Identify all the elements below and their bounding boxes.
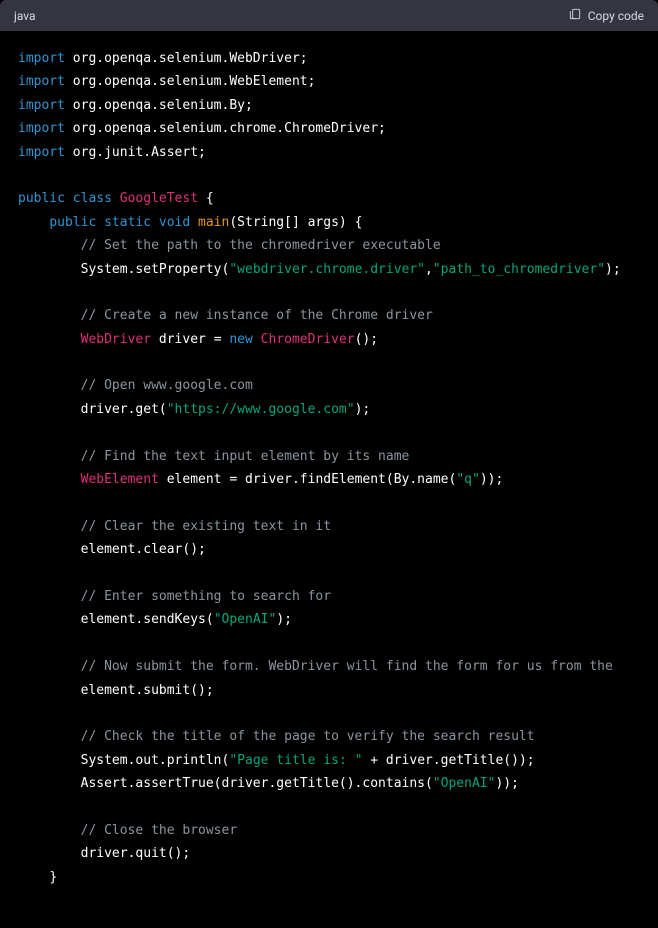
language-label: java xyxy=(14,9,36,23)
comment: // Create a new instance of the Chrome d… xyxy=(81,308,433,323)
clipboard-icon xyxy=(568,7,582,24)
comment: // Open www.google.com xyxy=(81,378,253,393)
class-name: GoogleTest xyxy=(120,191,198,206)
code-header: java Copy code xyxy=(0,0,658,31)
copy-code-label: Copy code xyxy=(588,9,644,23)
comment: // Now submit the form. WebDriver will f… xyxy=(81,659,613,674)
comment: // Find the text input element by its na… xyxy=(81,449,410,464)
comment: // Check the title of the page to verify… xyxy=(81,729,535,744)
kw-import: import xyxy=(18,51,65,66)
comment: // Enter something to search for xyxy=(81,589,331,604)
comment: // Clear the existing text in it xyxy=(81,519,331,534)
comment: // Set the path to the chromedriver exec… xyxy=(81,238,441,253)
code-content[interactable]: import org.openqa.selenium.WebDriver; im… xyxy=(0,31,658,928)
copy-code-button[interactable]: Copy code xyxy=(568,7,644,24)
method-name: main xyxy=(198,215,229,230)
code-block: java Copy code import org.openqa.seleniu… xyxy=(0,0,658,928)
comment: // Close the browser xyxy=(81,823,238,838)
